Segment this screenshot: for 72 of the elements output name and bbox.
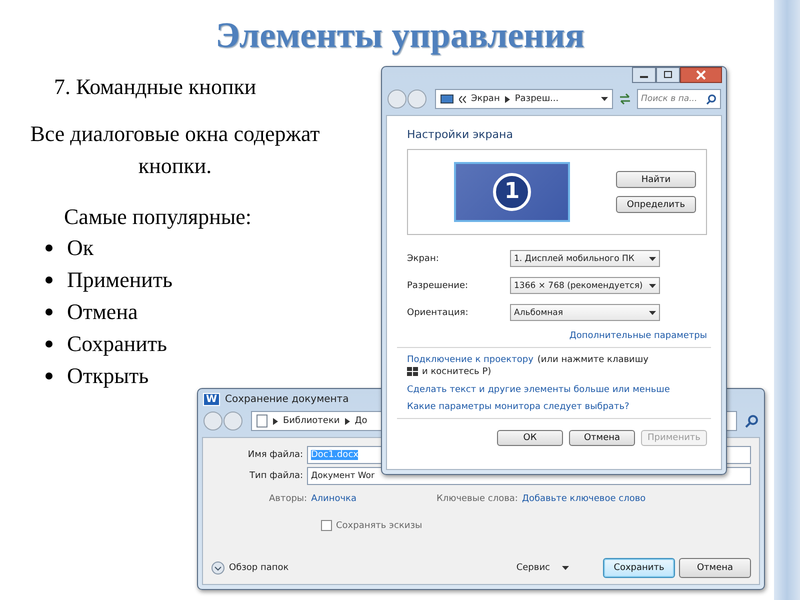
- setting-label: Экран:: [407, 254, 440, 264]
- settings-link[interactable]: Сделать текст и другие элементы больше или меньше: [407, 385, 670, 395]
- setting-dropdown[interactable]: Альбомная: [510, 304, 660, 321]
- slide-title: Элементы управления: [214, 14, 586, 56]
- browse-folders-link[interactable]: Обзор папок: [229, 563, 289, 573]
- window-title: Сохранение документа: [225, 394, 349, 404]
- bullet-icon: [45, 244, 53, 252]
- close-button[interactable]: [680, 67, 722, 83]
- minimize-button[interactable]: [632, 67, 656, 83]
- caret-icon[interactable]: [562, 566, 569, 570]
- double-chevron-left-icon: [459, 96, 466, 102]
- bullet-icon: [45, 276, 53, 284]
- keywords-label: Ключевые слова:: [436, 494, 518, 504]
- setting-dropdown[interactable]: 1. Дисплей мобильного ПК: [510, 250, 660, 267]
- dialog-button[interactable]: Отмена: [679, 558, 751, 578]
- monitor-thumbnail[interactable]: 1: [454, 162, 570, 222]
- list-title: Самые популярные:: [64, 204, 253, 230]
- setting-label: Ориентация:: [407, 308, 470, 318]
- breadcrumb-item[interactable]: Разреш...: [514, 94, 559, 104]
- chevron-right-icon: [504, 96, 510, 102]
- expand-icon[interactable]: [211, 561, 225, 575]
- setting-dropdown[interactable]: 1366 × 768 (рекомендуется): [510, 277, 660, 294]
- panel-button[interactable]: Определить: [616, 196, 696, 213]
- windows-key-icon: [407, 367, 418, 377]
- bullet-icon: [45, 340, 53, 348]
- bullet-item: Отмена: [67, 299, 138, 325]
- panel-button[interactable]: Найти: [616, 171, 696, 188]
- search-icon: [706, 94, 717, 104]
- authors-link[interactable]: Алиночка: [311, 494, 356, 504]
- settings-link[interactable]: Какие параметры монитора следует выбрать?: [407, 402, 630, 412]
- authors-label: Авторы:: [269, 494, 308, 504]
- document-icon: [256, 414, 268, 428]
- caret-icon: [649, 256, 656, 260]
- projector-hint-text: (или нажмите клавишу: [537, 355, 648, 365]
- panel-heading: Настройки экрана: [407, 128, 514, 141]
- field-label: Тип файла:: [248, 470, 304, 480]
- projector-link[interactable]: Подключение к проектору: [407, 355, 534, 365]
- slide-heading: 7. Командные кнопки: [54, 74, 258, 100]
- chevron-right-icon: [344, 418, 350, 424]
- caret-icon: [649, 284, 656, 288]
- dialog-button[interactable]: Отмена: [569, 430, 635, 446]
- bullet-item: Ок: [67, 235, 94, 261]
- breadcrumb-item[interactable]: Библиотеки: [283, 416, 340, 426]
- breadcrumb-item[interactable]: Экран: [471, 94, 500, 104]
- monitor-number: 1: [493, 173, 531, 211]
- keywords-link[interactable]: Добавьте ключевое слово: [522, 494, 646, 504]
- projector-hint-text: и коснитесь P): [422, 367, 492, 377]
- bullet-item: Открыть: [67, 363, 149, 389]
- bullet-item: Сохранить: [67, 331, 168, 357]
- slide-intro-text: Все диалоговые окна содержат кнопки.: [30, 120, 320, 180]
- bullet-icon: [45, 308, 53, 316]
- checkbox[interactable]: [321, 520, 332, 531]
- breadcrumb-item[interactable]: До: [354, 416, 368, 426]
- chevron-right-icon: [273, 418, 278, 424]
- refresh-icon[interactable]: [617, 92, 633, 106]
- search-icon[interactable]: [745, 414, 759, 428]
- bullet-item: Применить: [67, 267, 173, 293]
- advanced-settings-link[interactable]: Дополнительные параметры: [569, 331, 707, 341]
- word-app-icon: W: [203, 392, 220, 406]
- caret-icon: [649, 310, 656, 314]
- address-bar[interactable]: Экран Разреш...: [435, 89, 613, 109]
- maximize-button[interactable]: [656, 67, 680, 83]
- monitor-icon: [440, 94, 454, 104]
- field-label: Имя файла:: [246, 450, 304, 460]
- checkbox-label: Сохранять эскизы: [336, 520, 422, 530]
- setting-label: Разрешение:: [407, 280, 470, 290]
- dialog-button[interactable]: ОК: [497, 430, 563, 446]
- dialog-button[interactable]: Сохранить: [603, 558, 675, 578]
- bullet-icon: [45, 372, 53, 380]
- tools-menu[interactable]: Сервис: [516, 563, 550, 573]
- search-field[interactable]: Поиск в па...: [637, 89, 721, 109]
- caret-icon[interactable]: [601, 97, 608, 101]
